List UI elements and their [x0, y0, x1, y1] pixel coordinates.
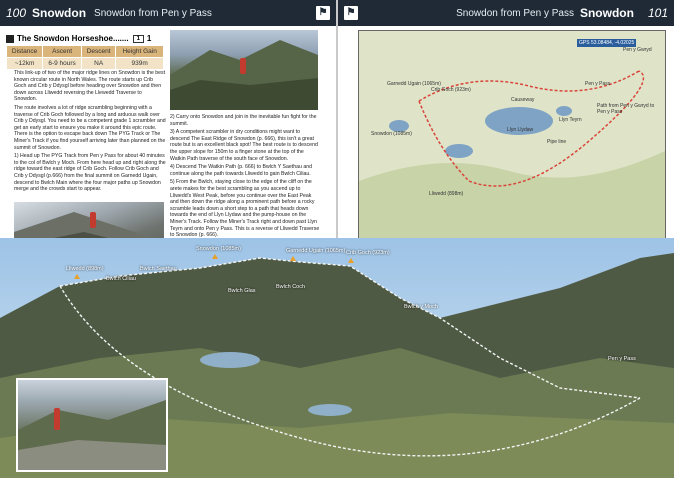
map-label-causeway: Causeway — [511, 97, 535, 103]
peak-marker-icon — [212, 254, 218, 259]
grade-badge: 1 — [132, 34, 144, 43]
step-paragraph: 4) Descend The Watkin Path (p. 666) to B… — [170, 164, 312, 177]
step-paragraph: 3) A competent scrambler in dry conditio… — [170, 129, 318, 162]
map-label-path-note: Path from Pen y Gwryd to Pen y Pass — [597, 103, 655, 115]
map-label-crib-goch: Crib Goch (923m) — [431, 87, 471, 93]
step-paragraph: 2) Carry onto Snowdon and join in the in… — [170, 114, 317, 127]
right-page-header: ⚑ Snowdon from Pen y Pass Snowdon 101 — [338, 0, 674, 26]
photo-walker-ridge-art — [18, 400, 166, 470]
right-page-title: Snowdon — [579, 6, 634, 20]
route-bullet-icon — [6, 34, 14, 43]
stat-header: Distance — [5, 45, 44, 58]
stat-header: Ascent — [42, 45, 83, 58]
map-label-llyn-llydaw: Llyn Llydaw — [507, 127, 534, 133]
map-label-pen-y-pass: Pen y Pass — [585, 81, 611, 87]
walkers-icon-right: ⚑ — [344, 6, 358, 20]
route-map: GPS 53.08484, -4.02025 Pen y Gwryd Garne… — [358, 30, 666, 256]
left-page-title: Snowdon — [32, 6, 87, 20]
walkers-icon: ⚑ — [316, 6, 330, 20]
intro-paragraph: The route involves a lot of ridge scramb… — [14, 104, 166, 151]
route-stats-table: Distance Ascent Descent Height Gain ~12k… — [5, 45, 164, 70]
peak-marker-icon — [290, 256, 296, 261]
scrambler-figure — [90, 212, 96, 228]
stat-header: Height Gain — [115, 45, 164, 58]
route-info-box: The Snowdon Horseshoe....... 1 1 Distanc… — [5, 34, 164, 70]
map-label-llyn-teyrn: Llyn Teyrn — [559, 117, 582, 123]
book-spread: 100 Snowdon Snowdon from Pen y Pass ⚑ ⚑ … — [0, 0, 674, 478]
stat-value: 939m — [115, 57, 164, 70]
peak-label-lliwedd: Lliwedd (898m) — [66, 266, 104, 272]
label-bwlch-y-moch: Bwlch y Moch — [404, 304, 438, 310]
peak-label-garnedd: Garnedd Ugain (1065m) — [286, 248, 346, 254]
left-page-header: 100 Snowdon Snowdon from Pen y Pass ⚑ — [0, 0, 336, 26]
stat-value: NA — [81, 57, 117, 70]
intro-paragraph: 1) Head up The PYG Track from Pen y Pass… — [14, 153, 166, 193]
right-page-number: 101 — [647, 6, 668, 20]
right-page-subtitle: Snowdon from Pen y Pass — [456, 7, 574, 19]
left-page-number: 100 — [6, 6, 27, 20]
label-pen-y-pass: Pen y Pass — [608, 356, 636, 362]
intro-text: This link-up of two of the major ridge l… — [14, 70, 166, 195]
photo-hiker-ridge — [170, 30, 318, 110]
peak-label-snowdon: Snowdon (1085m) — [196, 246, 241, 252]
map-label-pipe-line: Pipe line — [547, 139, 567, 145]
label-bwlch-glas: Bwlch Glas — [228, 288, 256, 294]
step-paragraph: 5) From the Bwlch, staying close to the … — [170, 179, 320, 239]
grade-number: 1 — [146, 34, 152, 43]
route-steps-text: 2) Carry onto Snowdon and join in the in… — [170, 114, 320, 241]
intro-paragraph: This link-up of two of the major ridge l… — [14, 70, 166, 103]
peak-marker-icon — [348, 258, 354, 263]
left-page-subtitle: Snowdon from Pen y Pass — [94, 7, 212, 19]
peak-marker-icon — [74, 274, 80, 279]
route-name: The Snowdon Horseshoe....... — [17, 34, 129, 43]
map-label-pen-y-gwryd: Pen y Gwryd — [623, 47, 652, 53]
map-label-snowdon: Snowdon (1085m) — [371, 131, 412, 137]
hiker-figure — [240, 58, 246, 74]
label-bwlch-coch: Bwlch Coch — [276, 284, 306, 290]
stat-value: ~12km — [5, 57, 44, 70]
route-map-art — [359, 31, 665, 255]
stat-header: Descent — [81, 45, 117, 58]
photo-walker-ridge — [16, 378, 168, 472]
stat-value: 6-9 hours — [42, 57, 83, 70]
map-label-lliwedd: Lliwedd (898m) — [429, 191, 464, 197]
peak-label-crib-goch: Crib Goch (923m) — [346, 250, 390, 256]
label-bwlch-ciliau: Bwlch Ciliau — [106, 276, 136, 282]
walker-figure — [54, 408, 60, 430]
label-bwlch-saethau: Bwlch Saethau — [140, 266, 177, 272]
route-title-row: The Snowdon Horseshoe....... 1 1 — [6, 34, 164, 43]
gps-label: GPS 53.08484, -4.02025 — [577, 39, 637, 47]
